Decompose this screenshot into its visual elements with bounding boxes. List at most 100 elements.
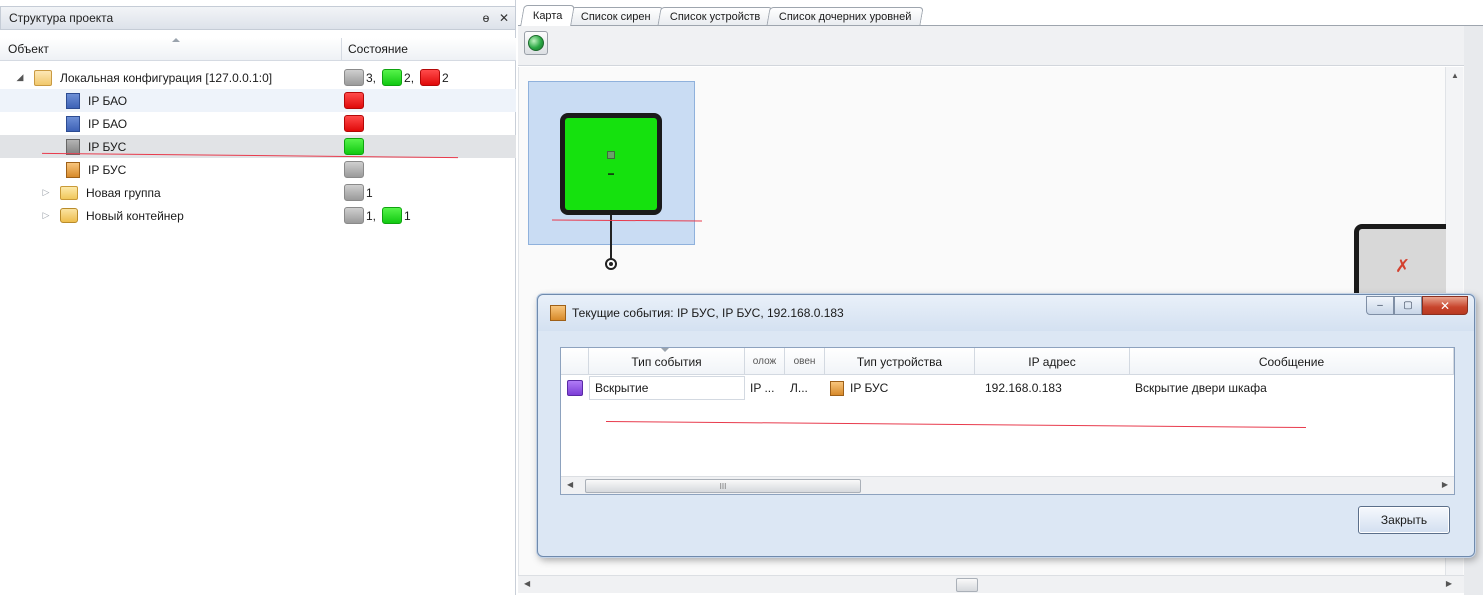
map-horizontal-scrollbar[interactable]: ◀ ▶ (518, 575, 1464, 593)
device-anchor-pin[interactable] (605, 258, 617, 270)
state-alarm-icon (344, 92, 364, 109)
cell-device-type: IP БУС (825, 376, 975, 400)
column-header-event-type[interactable]: Тип события (589, 348, 745, 375)
state-count: 1, (366, 208, 377, 223)
column-header-state[interactable]: Состояние (342, 38, 516, 60)
map-device-ok[interactable]: ▬ (560, 113, 662, 215)
bus-device-icon (830, 380, 844, 396)
tree-row-ip-bao[interactable]: IP БАО (0, 89, 516, 112)
close-window-button[interactable]: ✕ (1422, 296, 1468, 315)
tab-label: Список дочерних уровней (779, 11, 912, 23)
tree-row-label: Локальная конфигурация [127.0.0.1:0] (60, 70, 273, 85)
state-ok-icon (382, 69, 403, 86)
bus-device-icon (66, 138, 80, 155)
tab-label: Список сирен (581, 11, 651, 23)
panel-title-bar: Структура проекта ɵ ✕ (0, 6, 516, 30)
tab-devices[interactable]: Список устройств (657, 7, 774, 26)
tree-row-new-container[interactable]: ▷ Новый контейнер 1, 1 (0, 204, 516, 227)
tree-row-label: Новая группа (86, 185, 161, 200)
state-unknown-icon (344, 69, 364, 86)
minimize-button[interactable]: ‒ (1366, 296, 1394, 315)
state-count: 3, (366, 70, 377, 85)
cell-position: IP ... (750, 381, 775, 395)
folder-icon (60, 185, 78, 200)
row-indicator (561, 376, 589, 400)
bus-device-icon (550, 305, 566, 321)
scroll-right-arrow-icon[interactable]: ▶ (1446, 579, 1452, 588)
tree-row-local-config[interactable]: ◢ Локальная конфигурация [127.0.0.1:0] 3… (0, 66, 516, 89)
state-count: 2 (442, 70, 449, 85)
configuration-icon (34, 69, 52, 86)
scroll-right-arrow-icon[interactable]: ▶ (1442, 480, 1448, 489)
tab-child-levels[interactable]: Список дочерних уровней (766, 7, 925, 26)
grid-header: Тип события олож овен Тип устройства IP … (561, 348, 1454, 375)
collapse-arrow-icon[interactable]: ▷ (40, 187, 52, 198)
tab-sirens[interactable]: Список сирен (568, 7, 664, 26)
grid-horizontal-scrollbar[interactable]: ◀ III ▶ (561, 476, 1454, 494)
tree-row-label: IP БАО (88, 93, 128, 108)
column-header-object[interactable]: Объект (0, 38, 342, 60)
dialog-title: Текущие события: IP БУС, IP БУС, 192.168… (572, 306, 844, 320)
dialog-titlebar[interactable]: Текущие события: IP БУС, IP БУС, 192.168… (538, 295, 1474, 331)
tree-row-label: IP БУС (88, 162, 127, 177)
tab-label: Список устройств (669, 11, 761, 23)
annotation-underline (606, 420, 1306, 429)
column-header-indicator (561, 348, 589, 375)
state-summary: 3, 2, 2 (342, 69, 516, 86)
events-grid: Тип события олож овен Тип устройства IP … (560, 347, 1455, 495)
event-color-icon (567, 380, 583, 396)
tree-row-label: IP БУС (88, 139, 127, 154)
cell-message: Вскрытие двери шкафа (1135, 381, 1267, 395)
scroll-left-arrow-icon[interactable]: ◀ (567, 480, 573, 489)
state-alarm-icon (344, 115, 364, 132)
pin-icon[interactable]: ɵ (479, 11, 493, 25)
state-count: 1 (366, 185, 373, 200)
scroll-left-arrow-icon[interactable]: ◀ (524, 579, 530, 588)
state-unknown-icon (344, 161, 364, 178)
project-structure-panel: Структура проекта ɵ ✕ Объект Состояние ◢… (0, 0, 516, 595)
globe-button[interactable] (524, 31, 548, 55)
scroll-up-arrow-icon[interactable]: ▲ (1451, 71, 1459, 80)
expand-arrow-icon[interactable]: ◢ (14, 72, 26, 83)
table-row[interactable]: Вскрытие IP ... Л... IP БУС 192.168.0.18… (561, 376, 1454, 400)
device-mini-label-icon: ▬ (608, 171, 614, 177)
panel-title: Структура проекта (9, 11, 114, 25)
tree-row-label: Новый контейнер (86, 208, 184, 223)
bao-device-icon (66, 92, 80, 109)
device-type-text: IP БУС (850, 381, 889, 395)
tree-row-ip-bao[interactable]: IP БАО (0, 112, 516, 135)
maximize-button[interactable]: ▢ (1394, 296, 1422, 315)
cell-event-type[interactable]: Вскрытие (589, 376, 745, 400)
close-panel-icon[interactable]: ✕ (497, 11, 511, 25)
map-device-error[interactable]: ✗ (1354, 224, 1446, 304)
cell-ip-address: 192.168.0.183 (985, 381, 1062, 395)
bao-device-icon (66, 115, 80, 132)
tree-header: Объект Состояние (0, 38, 516, 61)
cell-level: Л... (790, 381, 808, 395)
globe-icon (528, 35, 544, 51)
state-count: 2, (404, 70, 415, 85)
column-header-message[interactable]: Сообщение (1130, 348, 1454, 375)
tree-row-new-group[interactable]: ▷ Новая группа 1 (0, 181, 516, 204)
collapse-arrow-icon[interactable]: ▷ (40, 210, 52, 221)
column-header-device-type[interactable]: Тип устройства (825, 348, 975, 375)
state-ok-icon (382, 207, 403, 224)
column-header-level[interactable]: овен (785, 348, 825, 375)
device-anchor-line (610, 215, 612, 260)
tree-row-ip-bus[interactable]: IP БУС (0, 158, 516, 181)
state-alarm-icon (420, 69, 441, 86)
tab-strip: Карта Список сирен Список устройств Спис… (520, 4, 925, 26)
scroll-thumb[interactable]: III (585, 479, 861, 493)
column-header-position[interactable]: олож (745, 348, 785, 375)
tab-map[interactable]: Карта (520, 5, 576, 26)
current-events-dialog: Текущие события: IP БУС, IP БУС, 192.168… (537, 294, 1475, 557)
state-unknown-icon (344, 207, 364, 224)
close-button[interactable]: Закрыть (1358, 506, 1450, 534)
state-count: 1 (404, 208, 411, 223)
state-ok-icon (344, 138, 364, 155)
column-header-ip-address[interactable]: IP адрес (975, 348, 1130, 375)
device-ok-icon (607, 151, 615, 159)
scroll-thumb[interactable] (956, 578, 978, 592)
window-buttons: ‒ ▢ ✕ (1366, 296, 1468, 315)
bus-device-icon (66, 161, 80, 178)
